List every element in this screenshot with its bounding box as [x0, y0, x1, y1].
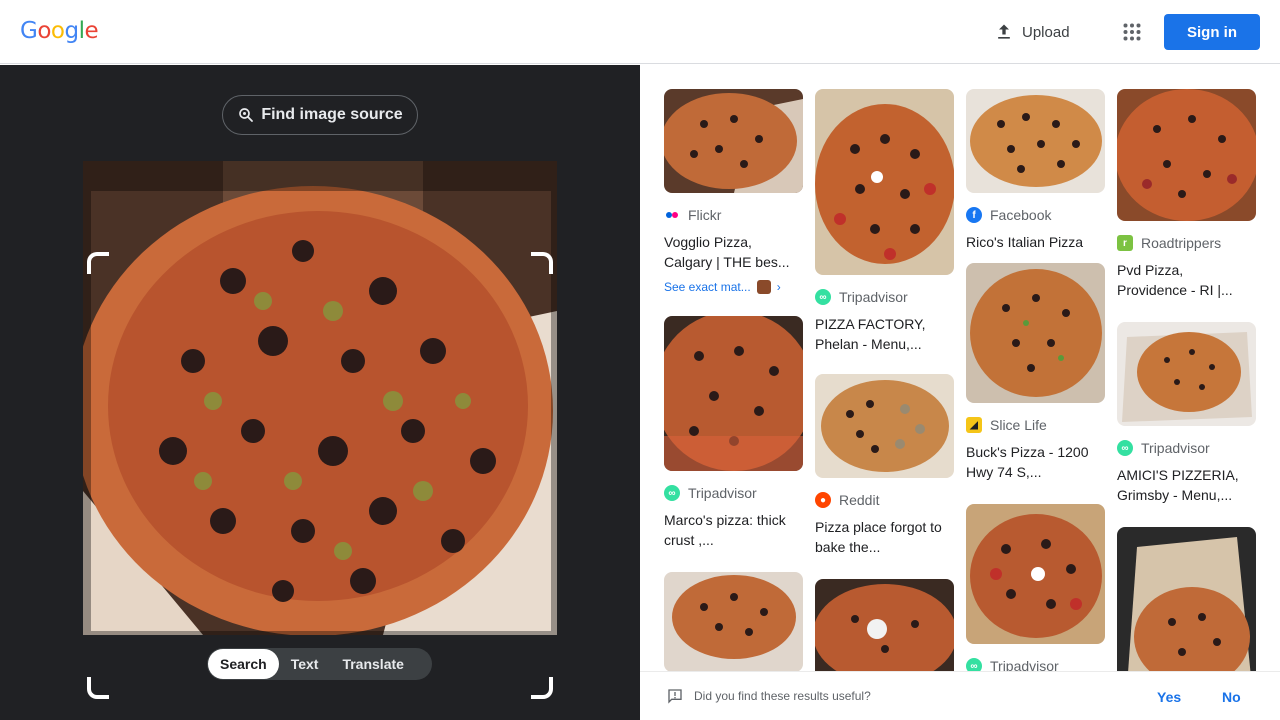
result-title[interactable]: AMICI'S PIZZERIA, Grimsby - Menu,... [1117, 465, 1256, 505]
result-thumbnail[interactable] [966, 263, 1105, 403]
result-card[interactable] [1117, 527, 1256, 671]
result-thumbnail[interactable] [815, 374, 954, 478]
result-thumbnail[interactable] [966, 89, 1105, 193]
result-source-name: Tripadvisor [839, 289, 908, 305]
see-exact-matches-link[interactable]: See exact mat... › [664, 280, 803, 294]
result-card[interactable]: ● Reddit Pizza place forgot to bake the.… [815, 374, 954, 557]
result-thumbnail[interactable] [664, 316, 803, 471]
result-card[interactable]: Flickr Vogglio Pizza, Calgary | THE bes.… [664, 89, 803, 294]
result-source-name: Tripadvisor [990, 658, 1059, 671]
result-source: ∞ Tripadvisor [815, 288, 954, 306]
result-card[interactable]: r Roadtrippers Pvd Pizza, Providence - R… [1117, 89, 1256, 300]
result-thumbnail[interactable] [664, 572, 803, 671]
lens-mode-switcher: Search Text Translate [207, 648, 432, 680]
result-card[interactable]: ∞ Tripadvisor Marco's pizza: thick crust… [664, 316, 803, 550]
slice-icon: ◢ [966, 417, 982, 433]
feedback-bar: Did you find these results useful? Yes N… [640, 671, 1280, 720]
result-thumbnail[interactable] [1117, 89, 1256, 221]
facebook-icon: f [966, 207, 982, 223]
crop-handle-top-left[interactable] [87, 252, 109, 274]
upload-icon [998, 24, 1010, 39]
feedback-no-button[interactable]: No [1222, 689, 1241, 705]
feedback-yes-button[interactable]: Yes [1157, 689, 1181, 705]
results-column: Flickr Vogglio Pizza, Calgary | THE bes.… [664, 89, 803, 671]
visual-matches-panel: Flickr Vogglio Pizza, Calgary | THE bes.… [640, 65, 1280, 671]
upload-button[interactable]: Upload [984, 14, 1080, 50]
tripadvisor-icon: ∞ [664, 485, 680, 501]
result-source: r Roadtrippers [1117, 234, 1256, 252]
result-card[interactable]: ∞ Tripadvisor [966, 504, 1105, 671]
apps-grid-icon[interactable] [1114, 14, 1150, 50]
result-thumbnail[interactable] [815, 89, 954, 275]
result-source-name: Roadtrippers [1141, 235, 1222, 251]
result-source: ∞ Tripadvisor [966, 657, 1105, 671]
result-title[interactable]: Buck's Pizza - 1200 Hwy 74 S,... [966, 442, 1105, 482]
feedback-icon [668, 689, 682, 704]
result-source: f Facebook [966, 206, 1105, 224]
result-source-name: Tripadvisor [688, 485, 757, 501]
roadtrippers-icon: r [1117, 235, 1133, 251]
reddit-icon: ● [815, 492, 831, 508]
result-title[interactable]: Pvd Pizza, Providence - RI |... [1117, 260, 1256, 300]
google-logo[interactable]: Google [20, 18, 99, 44]
result-thumbnail[interactable] [815, 579, 954, 671]
crop-handle-bottom-left[interactable] [87, 677, 109, 699]
result-thumbnail[interactable] [966, 504, 1105, 644]
query-image[interactable] [83, 161, 557, 635]
result-source-name: Reddit [839, 492, 880, 508]
find-image-source-label: Find image source [261, 106, 403, 123]
top-bar: Google Upload Sign in [0, 0, 1280, 64]
find-image-source-button[interactable]: Find image source [222, 95, 418, 135]
result-card[interactable]: ◢ Slice Life Buck's Pizza - 1200 Hwy 74 … [966, 263, 1105, 482]
results-column: f Facebook Rico's Italian Pizza ◢ Slice … [966, 89, 1105, 671]
result-title[interactable]: Rico's Italian Pizza [966, 232, 1105, 252]
result-source-name: Facebook [990, 207, 1052, 223]
flickr-icon [664, 207, 680, 223]
results-column: r Roadtrippers Pvd Pizza, Providence - R… [1117, 89, 1256, 671]
result-card[interactable] [664, 572, 803, 671]
mode-text-tab[interactable]: Text [279, 649, 331, 679]
lens-image-panel: Find image source Search Text Translate [0, 65, 640, 720]
result-thumbnail[interactable] [1117, 527, 1256, 671]
crop-handle-bottom-right[interactable] [531, 677, 553, 699]
results-column: ∞ Tripadvisor PIZZA FACTORY, Phelan - Me… [815, 89, 954, 671]
result-source: ∞ Tripadvisor [1117, 439, 1256, 457]
result-thumbnail[interactable] [664, 89, 803, 193]
upload-label: Upload [1022, 23, 1070, 41]
result-card[interactable]: ∞ Tripadvisor PIZZA FACTORY, Phelan - Me… [815, 89, 954, 354]
result-source: ∞ Tripadvisor [664, 484, 803, 502]
result-source-name: Flickr [688, 207, 722, 223]
result-card[interactable]: ∞ Tripadvisor AMICI'S PIZZERIA, Grimsby … [1117, 322, 1256, 505]
result-source-name: Tripadvisor [1141, 440, 1210, 456]
result-card[interactable] [815, 579, 954, 671]
exact-match-thumbnail [756, 280, 771, 294]
result-thumbnail[interactable] [1117, 322, 1256, 426]
result-title[interactable]: Marco's pizza: thick crust ,... [664, 510, 803, 550]
see-exact-matches-label: See exact mat... [664, 280, 751, 294]
result-title[interactable]: Vogglio Pizza, Calgary | THE bes... [664, 232, 803, 272]
tripadvisor-icon: ∞ [815, 289, 831, 305]
tripadvisor-icon: ∞ [966, 658, 982, 671]
result-title[interactable]: PIZZA FACTORY, Phelan - Menu,... [815, 314, 954, 354]
feedback-question: Did you find these results useful? [694, 689, 871, 703]
result-title[interactable]: Pizza place forgot to bake the... [815, 517, 954, 557]
chevron-right-icon: › [776, 280, 781, 294]
mode-search-tab[interactable]: Search [208, 649, 279, 679]
result-card[interactable]: f Facebook Rico's Italian Pizza [966, 89, 1105, 252]
result-source-name: Slice Life [990, 417, 1047, 433]
result-source: ◢ Slice Life [966, 416, 1105, 434]
result-source: Flickr [664, 206, 803, 224]
result-source: ● Reddit [815, 491, 954, 509]
tripadvisor-icon: ∞ [1117, 440, 1133, 456]
mode-translate-tab[interactable]: Translate [330, 649, 415, 679]
crop-handle-top-right[interactable] [531, 252, 553, 274]
sign-in-button[interactable]: Sign in [1164, 14, 1260, 50]
lens-search-icon [239, 108, 254, 122]
